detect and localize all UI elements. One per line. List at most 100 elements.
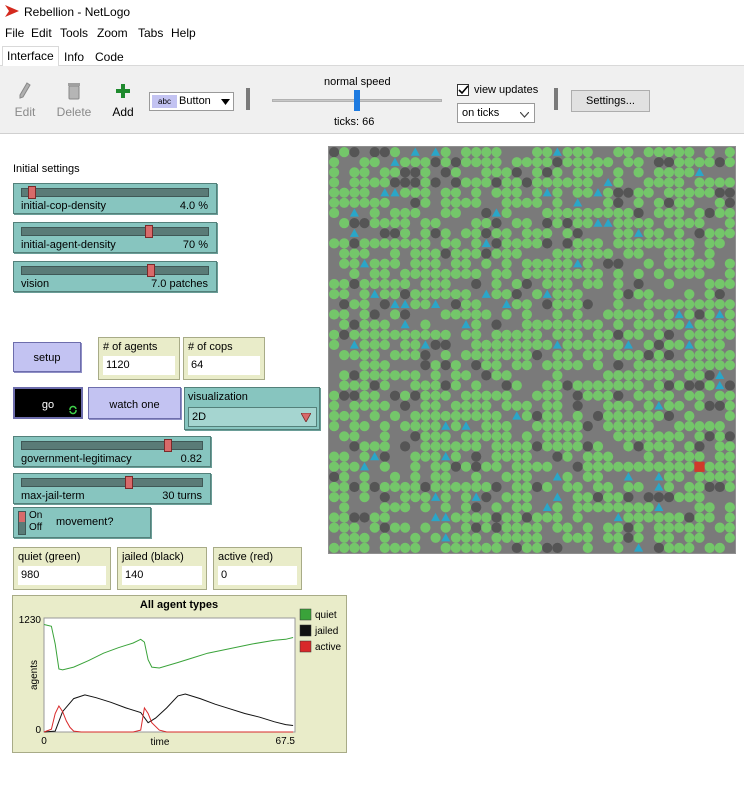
quiet-agent: [542, 461, 553, 472]
visualization-chooser[interactable]: visualization 2D: [184, 387, 320, 430]
movement-switch[interactable]: On Off movement?: [13, 507, 151, 538]
quiet-agent: [532, 238, 543, 249]
quiet-agent: [400, 522, 411, 533]
forever-loop-icon: [69, 405, 77, 415]
government-legitimacy-slider[interactable]: government-legitimacy 0.82: [13, 436, 211, 467]
menu-tools[interactable]: Tools: [60, 26, 88, 40]
add-tool[interactable]: Add: [110, 82, 136, 119]
quiet-agent: [440, 228, 451, 239]
jailed-agent: [663, 350, 675, 361]
monitor-value: 140: [122, 566, 202, 585]
view-updates-checkbox[interactable]: [457, 84, 469, 96]
slider-thumb[interactable]: [28, 186, 37, 199]
quiet-agent: [511, 532, 522, 543]
tab-code[interactable]: Code: [90, 47, 129, 66]
jailed-agent: [491, 218, 502, 229]
quiet-agent: [501, 238, 512, 249]
vision-slider[interactable]: vision 7.0 patches: [13, 261, 217, 292]
quiet-agent: [521, 329, 532, 340]
quiet-agent: [349, 258, 360, 269]
slider-track[interactable]: [21, 227, 209, 236]
quiet-agent: [694, 492, 705, 503]
quiet-agent: [684, 421, 695, 432]
quiet-agent: [562, 258, 573, 269]
quiet-agent: [582, 492, 593, 503]
quiet-agent: [653, 147, 664, 158]
jailed-agent: [349, 441, 360, 452]
quiet-agent: [501, 370, 512, 381]
quiet-agent: [511, 522, 522, 533]
slider-track[interactable]: [21, 478, 203, 487]
speed-slider-thumb[interactable]: [354, 90, 360, 111]
switch-track[interactable]: [18, 511, 26, 535]
quiet-agent: [511, 187, 522, 198]
quiet-agent: [440, 309, 451, 320]
quiet-agent: [653, 441, 664, 452]
quiet-agent: [359, 177, 370, 188]
quiet-agent: [511, 471, 522, 482]
quiet-agent: [359, 360, 370, 371]
quiet-agent: [339, 471, 350, 482]
setup-button[interactable]: setup: [13, 342, 81, 372]
slider-thumb[interactable]: [147, 264, 155, 277]
quiet-agent: [714, 207, 725, 219]
quiet-agent: [653, 268, 664, 279]
delete-tool[interactable]: Delete: [56, 82, 92, 119]
quiet-agent: [532, 167, 543, 178]
jailed-agent: [704, 370, 715, 381]
menu-tabs[interactable]: Tabs: [138, 26, 163, 40]
quiet-agent: [460, 309, 472, 320]
update-mode-select[interactable]: on ticks: [457, 103, 535, 123]
menu-help[interactable]: Help: [171, 26, 196, 40]
watch-one-button[interactable]: watch one: [88, 387, 181, 419]
quiet-agent: [379, 481, 390, 493]
jailed-agent: [714, 400, 725, 411]
slider-thumb[interactable]: [145, 225, 154, 238]
widget-type-select[interactable]: abc Button: [149, 92, 234, 111]
edit-tool[interactable]: Edit: [12, 82, 38, 119]
quiet-agent: [471, 441, 482, 452]
menu-edit[interactable]: Edit: [31, 26, 52, 40]
slider-thumb[interactable]: [125, 476, 134, 489]
menu-zoom[interactable]: Zoom: [97, 26, 128, 40]
settings-button[interactable]: Settings...: [571, 90, 650, 112]
chooser-value-box[interactable]: 2D: [188, 407, 317, 427]
quiet-agent: [724, 512, 735, 523]
quiet-agent: [582, 207, 593, 219]
quiet-agent: [369, 238, 380, 249]
slider-track[interactable]: [21, 441, 203, 450]
initial-cop-density-slider[interactable]: initial-cop-density 4.0 %: [13, 183, 217, 214]
quiet-agent: [562, 350, 573, 361]
quiet-agent: [643, 238, 654, 249]
world-background: [329, 147, 735, 553]
quiet-agent: [623, 248, 634, 259]
quiet-agent: [714, 522, 725, 533]
chooser-label: visualization: [188, 391, 248, 403]
quiet-agent: [674, 339, 685, 350]
slider-track[interactable]: [21, 188, 209, 197]
switch-thumb[interactable]: [19, 512, 25, 522]
tab-info[interactable]: Info: [59, 47, 89, 66]
jailed-agent: [724, 380, 735, 391]
quiet-agent: [582, 451, 593, 462]
quiet-agent: [704, 350, 715, 361]
tab-interface[interactable]: Interface: [2, 46, 59, 67]
quiet-agent: [633, 157, 644, 168]
max-jail-term-slider[interactable]: max-jail-term 30 turns: [13, 473, 211, 504]
jailed-agent: [491, 177, 502, 188]
go-button[interactable]: go: [13, 387, 83, 419]
world-view[interactable]: [328, 146, 736, 554]
slider-track[interactable]: [21, 266, 209, 275]
menu-file[interactable]: File: [5, 26, 24, 40]
quiet-agent: [643, 258, 654, 269]
quiet-agent: [552, 400, 563, 411]
quiet-agent: [674, 431, 685, 442]
jailed-agent: [450, 299, 461, 310]
quiet-agent: [420, 319, 431, 330]
quiet-agent: [460, 289, 472, 300]
quiet-agent: [704, 360, 715, 371]
initial-agent-density-slider[interactable]: initial-agent-density 70 %: [13, 222, 217, 253]
quiet-agent: [359, 350, 370, 361]
quiet-agent: [562, 532, 573, 543]
slider-thumb[interactable]: [163, 439, 172, 452]
